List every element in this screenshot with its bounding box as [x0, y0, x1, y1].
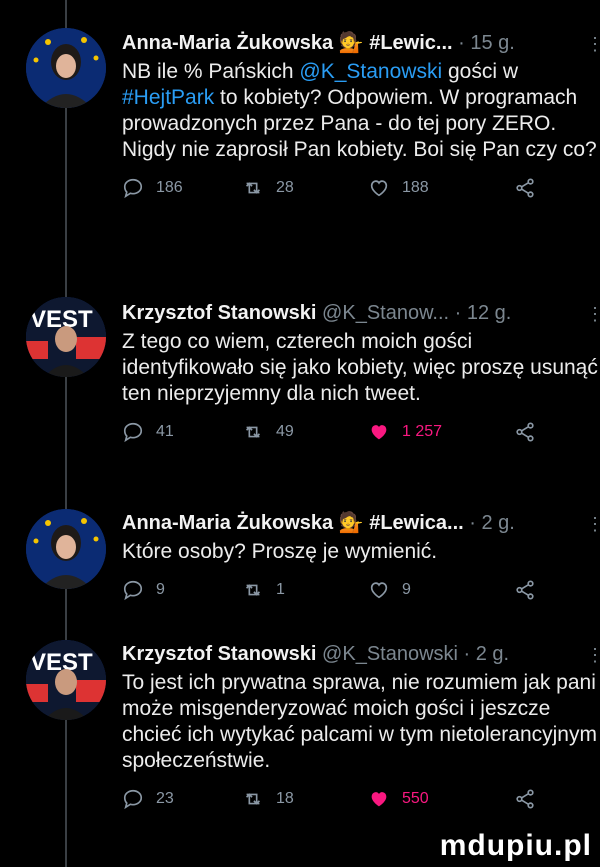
share-icon — [516, 789, 534, 809]
text-segment: gości w — [442, 60, 518, 83]
retweet-icon — [245, 793, 261, 805]
tweet-actions: 23 18 550 — [122, 788, 600, 818]
author-name[interactable]: Krzysztof Stanowski — [122, 643, 316, 665]
retweet-button[interactable]: 18 — [242, 788, 294, 810]
share-button[interactable] — [514, 788, 536, 810]
author-name[interactable]: Krzysztof Stanowski — [122, 302, 316, 324]
reply-button[interactable]: 23 — [122, 788, 174, 810]
heart-icon — [370, 180, 388, 197]
share-button[interactable] — [514, 177, 536, 199]
author-emoji: 💁 — [338, 512, 364, 534]
tweet-header: Krzysztof Stanowski @K_Stanow... · 12 g. — [122, 300, 600, 326]
reply-count: 41 — [156, 423, 174, 440]
author-handle[interactable]: #Lewica... — [369, 512, 464, 534]
share-icon — [516, 580, 534, 600]
reply-button[interactable]: 41 — [122, 421, 174, 443]
text-segment: To jest ich prywatna sprawa, nie rozumie… — [122, 671, 597, 772]
reply-button[interactable]: 186 — [122, 177, 183, 199]
tweet-header: Anna-Maria Żukowska 💁 #Lewica... · 2 g. — [122, 510, 600, 536]
tweet-time[interactable]: · 2 g. — [464, 643, 510, 665]
retweet-button[interactable]: 1 — [242, 579, 285, 601]
like-count: 1 257 — [402, 423, 443, 440]
more-options-icon[interactable]: ⋮ — [586, 34, 600, 55]
like-count: 550 — [402, 790, 429, 807]
tweet-text: Które osoby? Proszę je wymienić. — [122, 539, 600, 565]
tweet-content: Krzysztof Stanowski @K_Stanow... · 12 g.… — [122, 300, 600, 451]
tweet-actions: 9 1 9 — [122, 579, 600, 609]
tweet-header: Krzysztof Stanowski @K_Stanowski · 2 g. — [122, 641, 600, 667]
reply-icon — [123, 789, 143, 810]
avatar[interactable]: VEST — [26, 297, 106, 377]
tweet-content: Anna-Maria Żukowska 💁 #Lewica... · 2 g. … — [122, 510, 600, 609]
reply-count: 23 — [156, 790, 174, 807]
tweet-header: Anna-Maria Żukowska 💁 #Lewic... · 15 g. — [122, 30, 600, 56]
avatar[interactable] — [26, 509, 106, 589]
author-handle[interactable]: @K_Stanowski — [322, 643, 458, 665]
tweet-text: Z tego co wiem, czterech moich gości ide… — [122, 329, 600, 407]
hashtag-link[interactable]: #HejtPark — [122, 86, 214, 109]
heart-filled-icon — [371, 425, 387, 440]
retweet-count: 49 — [276, 423, 294, 440]
share-button[interactable] — [514, 421, 536, 443]
thread-line — [65, 0, 67, 867]
share-button[interactable] — [514, 579, 536, 601]
text-segment: Z tego co wiem, czterech moich gości ide… — [122, 330, 598, 405]
reply-count: 9 — [156, 581, 165, 598]
like-button[interactable]: 1 257 — [368, 421, 442, 443]
text-segment: Które osoby? Proszę je wymienić. — [122, 540, 438, 563]
retweet-count: 28 — [276, 179, 294, 196]
retweet-button[interactable]: 28 — [242, 177, 294, 199]
author-name[interactable]: Anna-Maria Żukowska — [122, 32, 333, 54]
avatar[interactable]: VEST — [26, 640, 106, 720]
share-icon — [516, 422, 534, 442]
site-watermark: mdupiu.pl — [439, 829, 592, 862]
text-segment: NB ile % Pańskich — [122, 60, 300, 83]
heart-filled-icon — [371, 792, 387, 807]
tweet-time[interactable]: · 2 g. — [469, 512, 515, 534]
author-handle[interactable]: @K_Stanow... — [322, 302, 449, 324]
like-count: 188 — [402, 179, 429, 196]
avatar[interactable] — [26, 28, 106, 108]
tweet-time[interactable]: · 12 g. — [455, 302, 512, 324]
retweet-button[interactable]: 49 — [242, 421, 294, 443]
author-handle[interactable]: #Lewic... — [369, 32, 452, 54]
retweet-icon — [245, 182, 261, 194]
tweet-actions: 41 49 1 257 — [122, 421, 600, 451]
mention-link[interactable]: @K_Stanowski — [299, 60, 442, 83]
tweet-time[interactable]: · 15 g. — [458, 32, 515, 54]
reply-button[interactable]: 9 — [122, 579, 165, 601]
reply-icon — [123, 580, 143, 601]
like-button[interactable]: 550 — [368, 788, 429, 810]
tweet-actions: 186 28 188 — [122, 177, 600, 207]
reply-icon — [123, 178, 143, 199]
like-button[interactable]: 188 — [368, 177, 429, 199]
tweet-text: To jest ich prywatna sprawa, nie rozumie… — [122, 670, 600, 774]
author-emoji: 💁 — [338, 32, 364, 54]
retweet-count: 1 — [276, 581, 285, 598]
reply-icon — [123, 422, 143, 443]
heart-icon — [370, 582, 388, 599]
tweet-content: Krzysztof Stanowski @K_Stanowski · 2 g. … — [122, 641, 600, 818]
reply-count: 186 — [156, 179, 183, 196]
more-options-icon[interactable]: ⋮ — [586, 514, 600, 535]
more-options-icon[interactable]: ⋮ — [586, 645, 600, 666]
tweet-text: NB ile % Pańskich @K_Stanowski gości w #… — [122, 59, 600, 163]
like-count: 9 — [402, 581, 411, 598]
author-name[interactable]: Anna-Maria Żukowska — [122, 512, 333, 534]
retweet-count: 18 — [276, 790, 294, 807]
retweet-icon — [245, 426, 261, 438]
more-options-icon[interactable]: ⋮ — [586, 304, 600, 325]
share-icon — [516, 178, 534, 198]
retweet-icon — [245, 584, 261, 596]
tweet-content: Anna-Maria Żukowska 💁 #Lewic... · 15 g. … — [122, 30, 600, 207]
like-button[interactable]: 9 — [368, 579, 411, 601]
